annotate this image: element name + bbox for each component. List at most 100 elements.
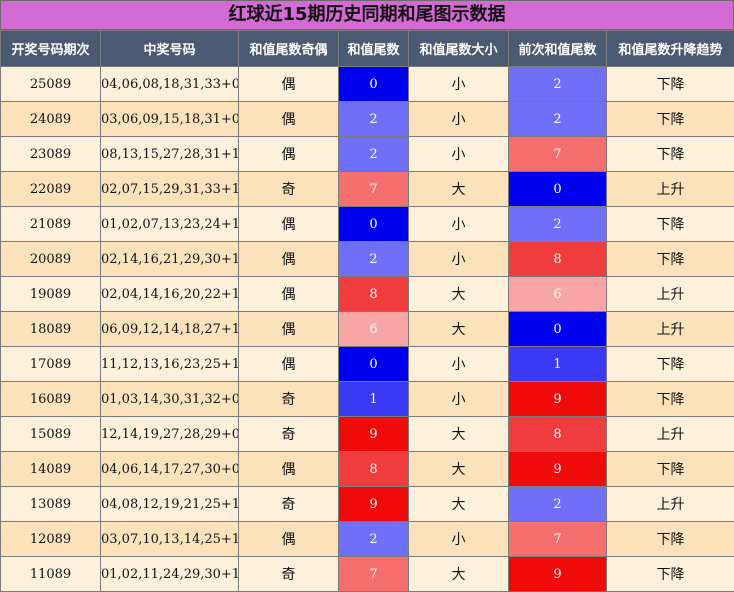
cell-period: 15089 xyxy=(1,417,101,452)
table-row: 1308904,08,12,19,21,25+13奇9大2上升 xyxy=(1,487,734,522)
cell-parity: 偶 xyxy=(239,102,339,137)
cell-size: 小 xyxy=(409,382,509,417)
cell-numbers: 01,02,07,13,23,24+12 xyxy=(101,207,239,242)
cell-parity: 偶 xyxy=(239,277,339,312)
table-row: 2008902,14,16,21,29,30+10偶2小8下降 xyxy=(1,242,734,277)
cell-numbers: 01,03,14,30,31,32+08 xyxy=(101,382,239,417)
table-row: 2108901,02,07,13,23,24+12偶0小2下降 xyxy=(1,207,734,242)
cell-numbers: 08,13,15,27,28,31+11 xyxy=(101,137,239,172)
cell-size: 小 xyxy=(409,522,509,557)
table-row: 1708911,12,13,16,23,25+12偶0小1下降 xyxy=(1,347,734,382)
cell-parity: 偶 xyxy=(239,67,339,102)
cell-trend: 上升 xyxy=(607,487,734,522)
table-row: 2508904,06,08,18,31,33+05偶0小2下降 xyxy=(1,67,734,102)
history-table: 开奖号码期次 中奖号码 和值尾数奇偶 和值尾数 和值尾数大小 前次和值尾数 和值… xyxy=(0,30,734,592)
header-parity: 和值尾数奇偶 xyxy=(239,31,339,67)
cell-parity: 偶 xyxy=(239,137,339,172)
table-row: 2408903,06,09,15,18,31+01偶2小2下降 xyxy=(1,102,734,137)
cell-numbers: 04,06,08,18,31,33+05 xyxy=(101,67,239,102)
cell-period: 21089 xyxy=(1,207,101,242)
cell-trend: 下降 xyxy=(607,347,734,382)
cell-parity: 偶 xyxy=(239,347,339,382)
cell-trend: 上升 xyxy=(607,417,734,452)
header-numbers: 中奖号码 xyxy=(101,31,239,67)
cell-size: 大 xyxy=(409,312,509,347)
table-row: 1808906,09,12,14,18,27+14偶6大0上升 xyxy=(1,312,734,347)
table-row: 1208903,07,10,13,14,25+11偶2小7下降 xyxy=(1,522,734,557)
cell-trend: 下降 xyxy=(607,242,734,277)
cell-numbers: 01,02,11,24,29,30+12 xyxy=(101,557,239,592)
cell-trend: 下降 xyxy=(607,67,734,102)
cell-size: 大 xyxy=(409,487,509,522)
cell-numbers: 02,07,15,29,31,33+15 xyxy=(101,172,239,207)
cell-tail: 2 xyxy=(339,522,409,557)
cell-parity: 偶 xyxy=(239,207,339,242)
table-row: 2308908,13,15,27,28,31+11偶2小7下降 xyxy=(1,137,734,172)
cell-prev-tail: 2 xyxy=(509,67,607,102)
cell-prev-tail: 9 xyxy=(509,557,607,592)
cell-size: 小 xyxy=(409,207,509,242)
cell-period: 24089 xyxy=(1,102,101,137)
header-prev-tail: 前次和值尾数 xyxy=(509,31,607,67)
cell-numbers: 02,14,16,21,29,30+10 xyxy=(101,242,239,277)
cell-parity: 奇 xyxy=(239,417,339,452)
cell-size: 大 xyxy=(409,452,509,487)
header-trend: 和值尾数升降趋势 xyxy=(607,31,734,67)
cell-parity: 奇 xyxy=(239,557,339,592)
cell-period: 18089 xyxy=(1,312,101,347)
cell-period: 16089 xyxy=(1,382,101,417)
cell-tail: 0 xyxy=(339,67,409,102)
cell-period: 12089 xyxy=(1,522,101,557)
cell-trend: 下降 xyxy=(607,522,734,557)
cell-parity: 偶 xyxy=(239,522,339,557)
cell-period: 19089 xyxy=(1,277,101,312)
table-row: 1108901,02,11,24,29,30+12奇7大9下降 xyxy=(1,557,734,592)
cell-parity: 奇 xyxy=(239,382,339,417)
header-period: 开奖号码期次 xyxy=(1,31,101,67)
cell-prev-tail: 9 xyxy=(509,382,607,417)
cell-size: 小 xyxy=(409,242,509,277)
cell-prev-tail: 0 xyxy=(509,172,607,207)
cell-numbers: 04,08,12,19,21,25+13 xyxy=(101,487,239,522)
cell-period: 20089 xyxy=(1,242,101,277)
cell-prev-tail: 2 xyxy=(509,102,607,137)
cell-trend: 下降 xyxy=(607,382,734,417)
cell-tail: 2 xyxy=(339,242,409,277)
cell-numbers: 03,06,09,15,18,31+01 xyxy=(101,102,239,137)
cell-size: 大 xyxy=(409,417,509,452)
cell-trend: 下降 xyxy=(607,137,734,172)
cell-prev-tail: 6 xyxy=(509,277,607,312)
cell-period: 25089 xyxy=(1,67,101,102)
cell-parity: 偶 xyxy=(239,242,339,277)
cell-tail: 0 xyxy=(339,347,409,382)
table-title: 红球近15期历史同期和尾图示数据 xyxy=(0,0,734,30)
cell-prev-tail: 8 xyxy=(509,242,607,277)
table-row: 1408904,06,14,17,27,30+09偶8大9下降 xyxy=(1,452,734,487)
header-size: 和值尾数大小 xyxy=(409,31,509,67)
cell-trend: 上升 xyxy=(607,312,734,347)
cell-numbers: 11,12,13,16,23,25+12 xyxy=(101,347,239,382)
table-body: 2508904,06,08,18,31,33+05偶0小2下降2408903,0… xyxy=(1,67,734,592)
cell-numbers: 12,14,19,27,28,29+01 xyxy=(101,417,239,452)
cell-trend: 下降 xyxy=(607,452,734,487)
cell-tail: 9 xyxy=(339,487,409,522)
cell-tail: 8 xyxy=(339,452,409,487)
table-row: 1908902,04,14,16,20,22+11偶8大6上升 xyxy=(1,277,734,312)
cell-period: 13089 xyxy=(1,487,101,522)
cell-trend: 下降 xyxy=(607,207,734,242)
table-row: 1508912,14,19,27,28,29+01奇9大8上升 xyxy=(1,417,734,452)
cell-trend: 下降 xyxy=(607,102,734,137)
cell-size: 小 xyxy=(409,137,509,172)
cell-period: 23089 xyxy=(1,137,101,172)
cell-numbers: 04,06,14,17,27,30+09 xyxy=(101,452,239,487)
cell-tail: 1 xyxy=(339,382,409,417)
cell-period: 17089 xyxy=(1,347,101,382)
cell-tail: 7 xyxy=(339,557,409,592)
cell-trend: 上升 xyxy=(607,277,734,312)
cell-size: 大 xyxy=(409,557,509,592)
cell-parity: 偶 xyxy=(239,312,339,347)
cell-size: 大 xyxy=(409,172,509,207)
header-row: 开奖号码期次 中奖号码 和值尾数奇偶 和值尾数 和值尾数大小 前次和值尾数 和值… xyxy=(1,31,734,67)
cell-prev-tail: 8 xyxy=(509,417,607,452)
cell-prev-tail: 2 xyxy=(509,487,607,522)
